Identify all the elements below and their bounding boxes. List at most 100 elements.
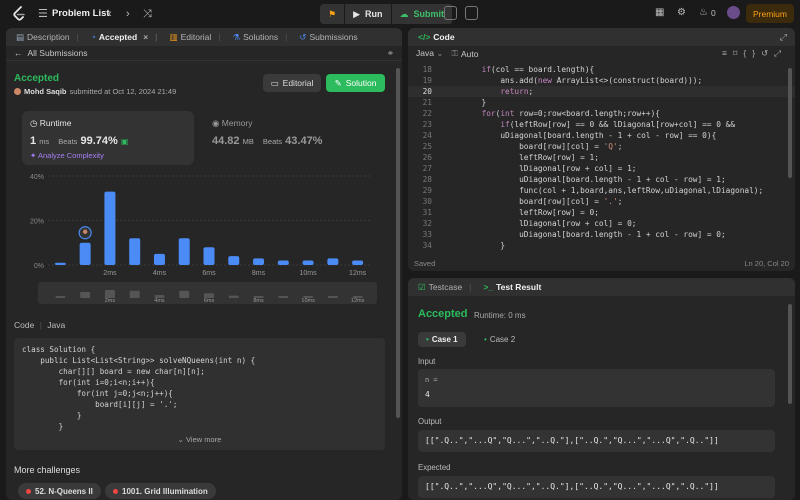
editor-line[interactable]: 27 lDiagonal[row + col] = 1;	[408, 163, 795, 174]
tab-editorial[interactable]: ▥ Editorial |	[166, 32, 225, 43]
x-tick-label: 6ms	[202, 270, 216, 277]
editor-code-area[interactable]: 18 if(col == board.length){19 ans.add(ne…	[408, 64, 795, 254]
line-number: 20	[422, 87, 432, 96]
language-select[interactable]: Java ⌄	[416, 48, 443, 59]
fullscreen-icon[interactable]: ⤢	[774, 48, 787, 58]
tab-testcase[interactable]: ☑ Testcase |	[414, 282, 475, 293]
arrow-left-icon[interactable]: ←	[14, 48, 23, 58]
line-code: lDiagonal[row + col] = 1;	[444, 164, 637, 173]
chart-bar[interactable]	[153, 253, 165, 265]
timer-icon[interactable]	[444, 6, 457, 20]
clock-icon: ◔	[90, 32, 96, 42]
chart-bar[interactable]	[302, 260, 314, 265]
memory-card[interactable]: ◉ Memory 44.82 MB Beats 43.47%	[202, 111, 382, 165]
navigator-tick-label: 12ms	[351, 298, 365, 304]
expected-box: [[".Q..","...Q","Q...","..Q."],["..Q.","…	[418, 476, 775, 498]
list-icon[interactable]: ☰	[38, 8, 48, 20]
tab-code[interactable]: </> Code	[414, 32, 459, 42]
submitter-name[interactable]: Mohd Saqib	[24, 87, 67, 96]
bookmark-icon[interactable]: ⌑	[733, 48, 743, 58]
shuffle-icon[interactable]: ⤨	[143, 8, 152, 20]
editor-scrollbar[interactable]	[788, 68, 792, 178]
case-tab-2[interactable]: • Case 2	[476, 332, 523, 347]
editor-line[interactable]: 20 return;	[408, 86, 795, 97]
editorial-button[interactable]: ▭ Editorial	[263, 74, 321, 92]
editor-line[interactable]: 34 }	[408, 240, 795, 251]
reset-icon[interactable]: ↺	[761, 48, 774, 58]
tab-submissions[interactable]: ↺ Submissions	[295, 32, 361, 43]
format-icon[interactable]: ≡	[722, 48, 733, 58]
editor-line[interactable]: 19 ans.add(new ArrayList<>(construct(boa…	[408, 75, 795, 86]
problem-list-link[interactable]: Problem List	[52, 8, 110, 19]
x-tick-label: 10ms	[300, 270, 318, 277]
runtime-card[interactable]: ◷ Runtime 1 ms Beats 99.74% ▣ ✦ Analyze …	[22, 111, 194, 165]
pass-dot-icon: •	[426, 335, 429, 344]
next-problem-icon[interactable]: ›	[126, 8, 130, 20]
solution-button[interactable]: ✎ Solution	[326, 74, 385, 92]
auto-mode-label[interactable]: Auto	[461, 49, 479, 59]
chart-bar[interactable]	[228, 256, 240, 265]
leetcode-logo-icon[interactable]	[12, 6, 26, 22]
line-code: uDiagonal[board.length - 1 + col - row] …	[444, 131, 717, 140]
chart-bar[interactable]	[253, 258, 265, 265]
editor-line[interactable]: 24 uDiagonal[board.length - 1 + col - ro…	[408, 130, 795, 141]
chart-bar[interactable]	[352, 260, 364, 265]
chart-bar[interactable]	[327, 258, 339, 265]
output-box: [[".Q..","...Q","Q...","..Q."],["..Q.","…	[418, 430, 775, 452]
run-label: Run	[365, 9, 383, 19]
x-tick-label: 2ms	[103, 270, 117, 277]
terminal-icon: >_	[483, 282, 494, 292]
chart-bar[interactable]	[54, 262, 66, 265]
chart-range-navigator[interactable]: 2ms 4ms 6ms 8ms 10ms 12ms	[38, 282, 377, 304]
case-tab-1[interactable]: • Case 1	[418, 332, 466, 347]
editor-line[interactable]: 31 leftRow[row] = 0;	[408, 207, 795, 218]
editor-line[interactable]: 28 uDiagonal[board.length - 1 + col - ro…	[408, 174, 795, 185]
line-number: 27	[422, 164, 432, 173]
x-tick-label: 4ms	[153, 270, 167, 277]
layout-grid-icon[interactable]: ▦	[655, 7, 664, 18]
submitted-time: submitted at Oct 12, 2024 21:49	[69, 87, 177, 96]
tab-solutions[interactable]: ⚗ Solutions |	[229, 32, 292, 43]
editor-line[interactable]: 25 board[row][col] = 'Q';	[408, 141, 795, 152]
line-code: board[row][col] = 'Q';	[444, 142, 623, 151]
line-number: 33	[422, 230, 432, 239]
editor-line[interactable]: 30 board[row][col] = '.';	[408, 196, 795, 207]
streak-fire-icon[interactable]: ♨	[699, 7, 708, 18]
chart-bar[interactable]	[178, 238, 190, 265]
tab-accepted[interactable]: ◔ Accepted × |	[87, 32, 162, 42]
user-avatar[interactable]	[727, 6, 740, 19]
editor-line[interactable]: 33 uDiagonal[board.length - 1 + col - ro…	[408, 229, 795, 240]
maximize-icon[interactable]: ⤢	[780, 32, 787, 43]
editor-line[interactable]: 21 }	[408, 97, 795, 108]
analyze-complexity-link[interactable]: ✦ Analyze Complexity	[30, 151, 104, 160]
tab-description[interactable]: ▤ Description |	[12, 32, 83, 43]
chart-bar[interactable]	[104, 191, 116, 265]
editor-line[interactable]: 23 if(leftRow[row] == 0 && lDiagonal[row…	[408, 119, 795, 130]
settings-gear-icon[interactable]: ⚙	[677, 7, 686, 18]
tab-test-result[interactable]: >_ Test Result	[479, 282, 545, 292]
editor-line[interactable]: 22 for(int row=0;row<board.length;row++)…	[408, 108, 795, 119]
run-submit-group: ⚑ ▶ Run ☁ Submit	[320, 4, 453, 24]
debug-button[interactable]: ⚑	[320, 4, 346, 24]
chart-bar[interactable]	[277, 260, 289, 265]
braces-icon[interactable]: {}	[743, 48, 761, 58]
editor-line[interactable]: 32 lDiagonal[row + col] = 0;	[408, 218, 795, 229]
chart-bar[interactable]	[203, 247, 215, 265]
premium-button[interactable]: Premium	[746, 4, 794, 23]
close-icon[interactable]: ×	[143, 32, 148, 42]
editor-line[interactable]: 18 if(col == board.length){	[408, 64, 795, 75]
notes-icon[interactable]	[465, 6, 478, 20]
all-submissions-link[interactable]: All Submissions	[28, 48, 88, 58]
result-scrollbar[interactable]	[788, 304, 792, 404]
left-scrollbar[interactable]	[396, 68, 400, 418]
run-button[interactable]: ▶ Run	[345, 4, 392, 24]
editor-line[interactable]: 29 func(col + 1,board,ans,leftRow,uDiago…	[408, 185, 795, 196]
editor-line[interactable]: 26 leftRow[row] = 1;	[408, 152, 795, 163]
chart-bar[interactable]	[129, 238, 141, 265]
view-more-button[interactable]: ⌄ View more	[14, 435, 385, 444]
prev-problem-icon[interactable]: ‹	[108, 8, 112, 20]
challenge-chip[interactable]: 52. N-Queens II	[18, 483, 101, 499]
chart-bar[interactable]	[79, 242, 91, 265]
challenge-chip[interactable]: 1001. Grid Illumination	[105, 483, 216, 499]
link-icon[interactable]: ⚭	[387, 48, 394, 59]
